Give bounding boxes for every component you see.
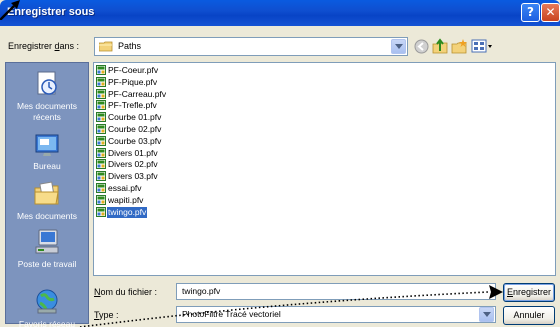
pfv-file-icon [96,88,106,99]
place-label: Mes documents [17,211,77,221]
save-as-dialog: Enregistrer sous ? ✕ Enregistrer dans : … [0,0,560,327]
file-item[interactable]: essai.pfv [96,183,143,194]
place-label: Poste de travail [17,259,77,269]
cancel-button[interactable]: Annuler [503,306,555,325]
file-item[interactable]: Courbe 01.pfv [96,112,162,123]
file-name: Divers 03.pfv [108,171,158,182]
pfv-file-icon [96,76,106,87]
file-item[interactable]: Courbe 02.pfv [96,124,162,135]
file-name: Courbe 01.pfv [108,112,162,123]
network-places-icon [36,289,58,314]
help-button[interactable]: ? [521,3,540,22]
file-name: essai.pfv [108,183,142,193]
file-name: PF-Trefle.pfv [108,100,157,111]
back-icon[interactable] [413,38,430,55]
view-menu-icon[interactable] [471,38,493,55]
file-item[interactable]: PF-Coeur.pfv [96,65,159,76]
place-label: Mes documents récents [17,101,77,122]
file-item[interactable]: PF-Carreau.pfv [96,88,167,100]
filetype-label: Type : [94,310,119,320]
places-bar: Mes documents récents Bureau Mes documen… [5,62,89,327]
pfv-file-icon [96,171,106,182]
file-item[interactable]: wapiti.pfv [96,194,144,206]
file-item[interactable]: Divers 03.pfv [96,171,159,182]
file-name: Divers 01.pfv [108,147,158,158]
pfv-file-icon [96,206,106,217]
file-item[interactable]: PF-Trefle.pfv [96,100,158,111]
file-name: Courbe 03.pfv [108,135,162,146]
place-my-computer[interactable]: Poste de travail [6,227,88,270]
pfv-file-icon [96,159,106,170]
look-in-dropdown[interactable]: Paths [94,37,408,56]
place-desktop[interactable]: Bureau [6,129,88,172]
file-name: PF-Coeur.pfv [108,65,159,75]
look-in-dropdown-arrow-icon[interactable] [391,39,406,54]
file-item[interactable]: Divers 02.pfv [96,159,159,170]
pfv-file-icon [96,183,106,193]
dialog-title: Enregistrer sous [7,6,95,18]
file-item[interactable]: Divers 01.pfv [96,147,159,159]
file-list[interactable]: PF-Coeur.pfv PF-Pique.pfv PF-Carreau.pfv PF… [93,62,556,276]
file-item[interactable]: twingo.pfv [96,206,148,218]
close-button[interactable]: ✕ [541,3,560,22]
file-name: PF-Pique.pfv [108,76,158,87]
new-folder-icon[interactable] [451,38,468,55]
filetype-dropdown-arrow-icon[interactable] [479,307,494,322]
place-label: Bureau [33,161,61,171]
recent-documents-icon [37,71,57,95]
file-item[interactable]: PF-Pique.pfv [96,76,158,88]
title-bar[interactable]: Enregistrer sous ? ✕ [0,0,560,26]
file-name: wapiti.pfv [108,194,144,205]
pfv-file-icon [96,112,106,123]
folder-icon [99,41,113,52]
filetype-dropdown[interactable]: PhotoFiltre Tracé vectoriel [176,306,496,323]
pfv-file-icon [96,135,106,146]
place-network[interactable]: Favoris réseau [6,287,88,327]
filename-label: Nom du fichier : [94,287,158,297]
look-in-label: Enregistrer dans : [8,41,80,51]
place-label: Favoris réseau [18,319,76,327]
place-recent-documents[interactable]: Mes documents récents [6,69,88,123]
pfv-file-icon [96,194,106,205]
place-my-documents[interactable]: Mes documents [6,179,88,222]
pfv-file-icon [96,100,106,111]
filetype-value: PhotoFiltre Tracé vectoriel [182,309,281,319]
my-computer-icon [35,229,59,254]
pfv-file-icon [96,147,106,158]
my-documents-icon [34,181,59,205]
file-name: Divers 02.pfv [108,159,158,170]
file-name: Courbe 02.pfv [108,124,162,134]
file-name: twingo.pfv [107,206,148,218]
file-name: PF-Carreau.pfv [108,88,167,99]
pointer-arrow-icon [0,0,20,20]
pfv-file-icon [96,124,106,134]
look-in-value: Paths [118,41,142,51]
filename-input[interactable]: twingo.pfv [176,283,496,300]
up-folder-icon[interactable] [432,38,449,55]
save-button[interactable]: Enregistrer [503,283,555,302]
pfv-file-icon [96,65,106,75]
desktop-icon [35,134,59,156]
file-item[interactable]: Courbe 03.pfv [96,135,162,147]
